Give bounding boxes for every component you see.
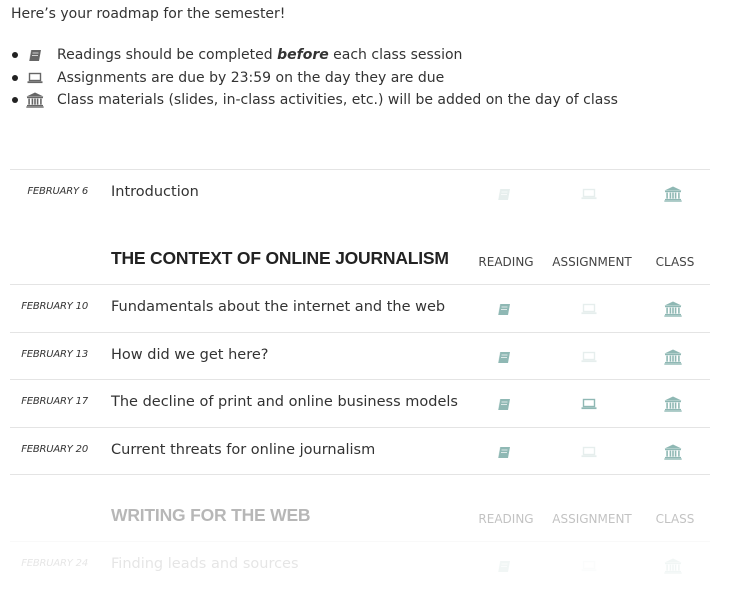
session-date: FEBRUARY 10	[21, 301, 88, 312]
reading-book-icon[interactable]	[495, 186, 513, 202]
reading-book-icon[interactable]	[495, 558, 513, 574]
session-title: Finding leads and sources	[111, 556, 299, 572]
column-header-assignment: ASSIGNMENT	[552, 255, 632, 269]
column-header-assignment: ASSIGNMENT	[552, 512, 632, 526]
class-museum-icon[interactable]	[664, 396, 682, 412]
reading-book-icon[interactable]	[495, 396, 513, 412]
class-museum-icon[interactable]	[664, 444, 682, 460]
class-museum-icon[interactable]	[664, 349, 682, 365]
legend-list: Readings should be completed before each…	[12, 44, 618, 112]
section-header: THE CONTEXT OF ONLINE JOURNALISM READING…	[10, 218, 710, 286]
column-header-class: CLASS	[655, 512, 695, 526]
legend-text: Assignments are due by 23:59 on the day …	[57, 69, 445, 86]
class-museum-icon[interactable]	[664, 301, 682, 317]
page-intro: Here’s your roadmap for the semester!	[11, 6, 286, 22]
session-title: Current threats for online journalism	[111, 442, 376, 458]
assignment-laptop-icon[interactable]	[580, 558, 598, 574]
class-museum-icon[interactable]	[664, 558, 682, 574]
reading-book-icon[interactable]	[495, 444, 513, 460]
session-date: FEBRUARY 13	[21, 349, 88, 360]
assignment-laptop-icon[interactable]	[580, 301, 598, 317]
session-title: The decline of print and online business…	[111, 394, 458, 410]
reading-book-icon[interactable]	[495, 349, 513, 365]
bullet-dot	[12, 97, 18, 104]
legend-item-reading: Readings should be completed before each…	[12, 44, 618, 67]
museum-icon	[26, 92, 44, 108]
book-icon	[26, 47, 44, 63]
schedule-row-introduction: FEBRUARY 6 Introduction	[10, 169, 710, 216]
session-title: How did we get here?	[111, 347, 269, 363]
assignment-laptop-icon[interactable]	[580, 349, 598, 365]
schedule-row: FEBRUARY 20 Current threats for online j…	[10, 427, 710, 475]
column-header-class: CLASS	[655, 255, 695, 269]
column-header-reading: READING	[478, 255, 534, 269]
session-title: Fundamentals about the internet and the …	[111, 299, 446, 315]
schedule-row: FEBRUARY 17 The decline of print and onl…	[10, 379, 710, 426]
bullet-dot	[12, 74, 18, 81]
laptop-icon	[26, 70, 44, 86]
section-title: WRITING FOR THE WEB	[111, 505, 311, 525]
schedule-row: FEBRUARY 24 Finding leads and sources	[10, 541, 710, 588]
section-header: WRITING FOR THE WEB READING ASSIGNMENT C…	[10, 475, 710, 543]
reading-book-icon[interactable]	[495, 301, 513, 317]
legend-text: Readings should be completed before each…	[57, 47, 463, 64]
assignment-laptop-icon[interactable]	[580, 186, 598, 202]
section-title: THE CONTEXT OF ONLINE JOURNALISM	[111, 248, 449, 268]
session-date: FEBRUARY 6	[27, 186, 88, 197]
class-museum-icon[interactable]	[664, 186, 682, 202]
session-date: FEBRUARY 20	[21, 444, 88, 455]
session-title: Introduction	[111, 184, 199, 200]
schedule-row: FEBRUARY 13 How did we get here?	[10, 332, 710, 379]
legend-text: Class materials (slides, in-class activi…	[57, 92, 618, 109]
session-date: FEBRUARY 24	[21, 558, 88, 569]
assignment-laptop-icon[interactable]	[580, 396, 598, 412]
bullet-dot	[12, 52, 18, 59]
assignment-laptop-icon[interactable]	[580, 444, 598, 460]
column-header-reading: READING	[478, 512, 534, 526]
legend-item-class: Class materials (slides, in-class activi…	[12, 89, 618, 112]
session-date: FEBRUARY 17	[21, 396, 88, 407]
schedule-row: FEBRUARY 10 Fundamentals about the inter…	[10, 284, 710, 331]
legend-item-assignment: Assignments are due by 23:59 on the day …	[12, 67, 618, 90]
